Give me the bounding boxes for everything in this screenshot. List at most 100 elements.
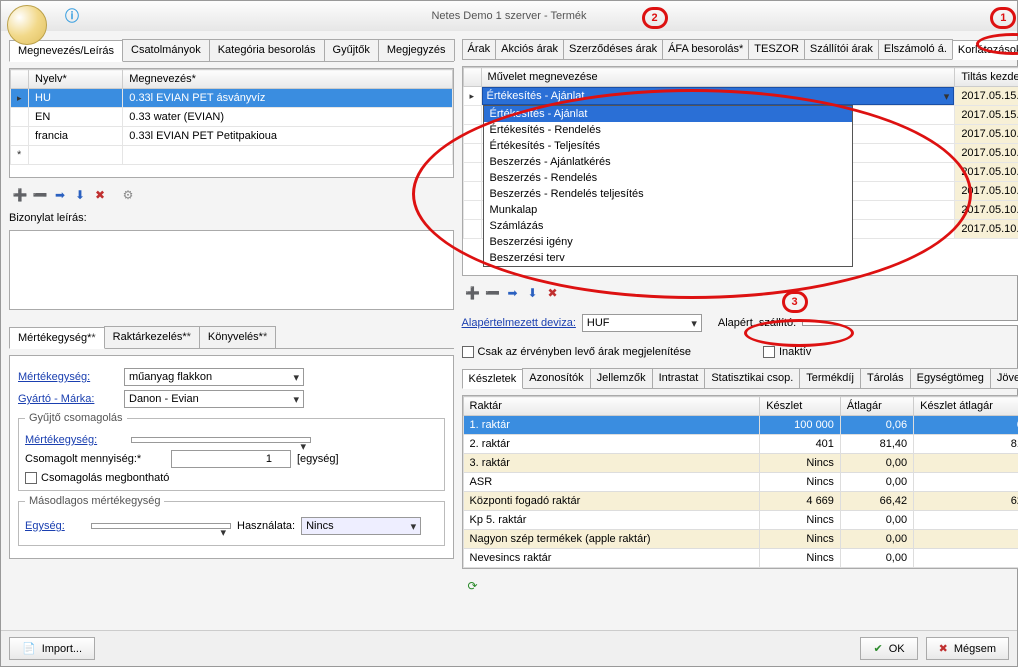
tab-termekdij[interactable]: Termékdíj: [799, 368, 861, 388]
stock-grid[interactable]: Raktár Készlet Átlagár Készlet átlagár 1…: [463, 396, 1018, 568]
cell-name[interactable]: 0.33 water (EVIAN): [123, 108, 452, 127]
cancel-button[interactable]: ✖ Mégsem: [926, 637, 1009, 660]
tab-jellemzok[interactable]: Jellemzők: [590, 368, 653, 388]
table-row[interactable]: 3. raktárNincs0,00: [463, 454, 1018, 473]
egyseg-select[interactable]: [91, 523, 231, 529]
tab-mertekegyseg[interactable]: Mértékegység*: [9, 327, 105, 349]
tab-akcios[interactable]: Akciós árak: [495, 39, 564, 59]
cell-date[interactable]: 2017.05.10.: [955, 182, 1018, 201]
tab-elszamolo[interactable]: Elszámoló á.: [878, 39, 953, 59]
table-row[interactable]: 2. raktár40181,4081,40: [463, 435, 1018, 454]
tab-egysegtomeg[interactable]: Egységtömeg: [910, 368, 991, 388]
cell-date[interactable]: 2017.05.15.: [955, 106, 1018, 125]
table-row[interactable]: Központi fogadó raktár4 66966,4262,00: [463, 492, 1018, 511]
cell-name[interactable]: 0.33l EVIAN PET ásványvíz: [123, 89, 452, 108]
refresh-icon[interactable]: ⟳: [465, 578, 481, 594]
col-tiltas[interactable]: Tiltás kezdete: [955, 68, 1018, 87]
csomag-me-link[interactable]: Mértékegység:: [25, 434, 125, 446]
cell-date[interactable]: 2017.05.10.: [955, 125, 1018, 144]
delete-icon[interactable]: ➖: [485, 285, 501, 301]
col-keszlet-atlagar[interactable]: Készlet átlagár: [914, 397, 1018, 416]
cell-lang[interactable]: HU: [29, 89, 123, 108]
egyseg-link[interactable]: Egység:: [25, 520, 85, 532]
table-row[interactable]: EN 0.33 water (EVIAN): [11, 108, 453, 127]
tab-arak[interactable]: Árak: [462, 39, 497, 59]
dropdown-option[interactable]: Beszerzési igény: [484, 234, 852, 250]
tab-raktarkezeles[interactable]: Raktárkezelés*: [104, 326, 200, 348]
col-raktar[interactable]: Raktár: [463, 397, 760, 416]
add-icon[interactable]: ➕: [12, 187, 28, 203]
tab-megjegyzes[interactable]: Megjegyzés: [378, 39, 455, 61]
tab-konyveles[interactable]: Könyvelés*: [199, 326, 276, 348]
cell-lang[interactable]: francia: [29, 127, 123, 146]
remove-icon[interactable]: ✖: [545, 285, 561, 301]
col-atlagar[interactable]: Átlagár: [840, 397, 913, 416]
table-row[interactable]: HU 0.33l EVIAN PET ásványvíz: [11, 89, 453, 108]
cell-date[interactable]: 2017.05.10.: [955, 201, 1018, 220]
table-row[interactable]: Értékesítés - Ajánlat 2017.05.15.: [463, 87, 1018, 106]
muvelet-dropdown[interactable]: Értékesítés - Ajánlat Értékesítés - Rend…: [483, 105, 853, 267]
tab-afa[interactable]: ÁFA besorolás*: [662, 39, 749, 59]
hasznalata-select[interactable]: Nincs: [301, 517, 421, 535]
tab-tarolas[interactable]: Tárolás: [860, 368, 911, 388]
cell-date[interactable]: 2017.05.10.: [955, 220, 1018, 239]
remove-icon[interactable]: ✖: [92, 187, 108, 203]
muvelet-select[interactable]: Értékesítés - Ajánlat: [482, 87, 955, 105]
mertekegyseg-select[interactable]: műanyag flakkon: [124, 368, 304, 386]
cell-lang[interactable]: EN: [29, 108, 123, 127]
deviza-select[interactable]: HUF: [582, 314, 702, 332]
tab-intrastat[interactable]: Intrastat: [652, 368, 706, 388]
gyarto-select[interactable]: Danon - Evian: [124, 390, 304, 408]
cell-date[interactable]: 2017.05.10.: [955, 163, 1018, 182]
col-keszlet[interactable]: Készlet: [760, 397, 841, 416]
dropdown-option[interactable]: Értékesítés - Ajánlat: [484, 106, 852, 122]
tab-keszletek[interactable]: Készletek: [462, 369, 524, 389]
add-icon[interactable]: ➕: [465, 285, 481, 301]
szallito-input[interactable]: [802, 320, 1018, 326]
col-nyelv[interactable]: Nyelv*: [29, 70, 123, 89]
import-button[interactable]: 📄 Import...: [9, 637, 95, 660]
tab-korlatozasok[interactable]: Korlátozások: [952, 40, 1018, 60]
cell-name[interactable]: 0.33l EVIAN PET Petitpakioua: [123, 127, 452, 146]
csomag-qty-input[interactable]: 1: [171, 450, 291, 468]
tab-csatolmanyok[interactable]: Csatolmányok: [122, 39, 210, 61]
ok-button[interactable]: ✔ OK: [860, 637, 917, 660]
dropdown-option[interactable]: Beszerzés - Rendelés teljesítés: [484, 186, 852, 202]
cell-date[interactable]: 2017.05.10.: [955, 144, 1018, 163]
mertekegyseg-link[interactable]: Mértékegység:: [18, 371, 118, 383]
tab-kategoria[interactable]: Kategória besorolás: [209, 39, 325, 61]
delete-icon[interactable]: ➖: [32, 187, 48, 203]
deviza-link[interactable]: Alapértelmezett deviza:: [462, 317, 576, 329]
table-row[interactable]: Nevesincs raktárNincs0,00: [463, 549, 1018, 568]
export-icon[interactable]: ➡: [505, 285, 521, 301]
tab-jovedeki[interactable]: Jövedéki: [990, 368, 1018, 388]
col-muvelet[interactable]: Művelet megnevezése: [481, 68, 955, 87]
cell-date[interactable]: 2017.05.15.: [955, 87, 1018, 106]
table-row[interactable]: francia 0.33l EVIAN PET Petitpakioua: [11, 127, 453, 146]
dropdown-option[interactable]: Munkalap: [484, 202, 852, 218]
gear-icon[interactable]: ⚙: [120, 187, 136, 203]
csomag-bonthato-checkbox[interactable]: Csomagolás megbontható: [25, 472, 438, 484]
dropdown-option[interactable]: Beszerzés - Rendelés: [484, 170, 852, 186]
gyarto-link[interactable]: Gyártó - Márka:: [18, 393, 118, 405]
tab-teszor[interactable]: TESZOR: [748, 39, 805, 59]
tab-statisztikai[interactable]: Statisztikai csop.: [704, 368, 800, 388]
info-icon[interactable]: ⓘ: [65, 6, 79, 26]
dropdown-option[interactable]: Beszerzési terv: [484, 250, 852, 266]
csak-ervenyben-checkbox[interactable]: Csak az érvényben levő árak megjelenítés…: [462, 346, 691, 358]
inaktiv-checkbox[interactable]: Inaktív: [763, 346, 811, 358]
dropdown-option[interactable]: Értékesítés - Rendelés: [484, 122, 852, 138]
tab-azonositok[interactable]: Azonosítók: [522, 368, 590, 388]
table-row[interactable]: Nagyon szép termékek (apple raktár)Nincs…: [463, 530, 1018, 549]
csomag-me-select[interactable]: [131, 437, 311, 443]
bizonylat-textarea[interactable]: [9, 230, 454, 310]
table-row-new[interactable]: [11, 146, 453, 165]
dropdown-option[interactable]: Számlázás: [484, 218, 852, 234]
tab-szallitoi[interactable]: Szállítói árak: [804, 39, 879, 59]
table-row[interactable]: Kp 5. raktárNincs0,00: [463, 511, 1018, 530]
export-icon[interactable]: ➡: [52, 187, 68, 203]
table-row[interactable]: ASRNincs0,00: [463, 473, 1018, 492]
table-row[interactable]: 1. raktár100 0000,060,06: [463, 416, 1018, 435]
dropdown-option[interactable]: Értékesítés - Teljesítés: [484, 138, 852, 154]
dropdown-option[interactable]: Beszerzés - Ajánlatkérés: [484, 154, 852, 170]
